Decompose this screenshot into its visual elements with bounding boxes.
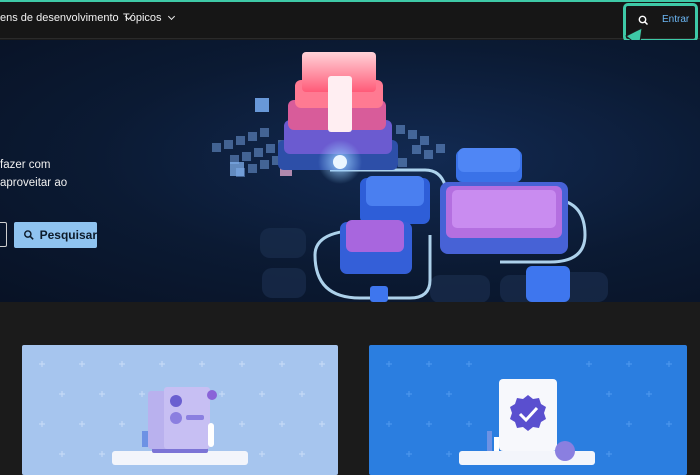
top-navigation: ens de desenvolvimento Tópicos Entrar xyxy=(0,2,700,39)
content-cards xyxy=(0,302,700,475)
card-certification[interactable] xyxy=(369,345,687,475)
certificate-badge-icon xyxy=(459,379,595,465)
chevron-down-icon xyxy=(167,12,175,21)
hero-text-line: fazer com xyxy=(0,159,51,171)
nav-menu-label: ens de desenvolvimento xyxy=(0,12,119,24)
sign-in-link[interactable]: Entrar xyxy=(662,14,689,25)
hero-search-input[interactable] xyxy=(0,222,7,247)
hero-text-line: aproveitar ao xyxy=(0,177,68,189)
card-document[interactable] xyxy=(22,345,338,475)
nav-menu-topics[interactable]: Tópicos xyxy=(123,12,175,24)
search-button-label: Pesquisar xyxy=(39,228,97,242)
document-illustration-icon xyxy=(112,387,248,465)
hero-description: fazer com aproveitar ao xyxy=(0,156,67,192)
hero-illustration xyxy=(212,52,608,302)
search-icon xyxy=(24,230,34,240)
nav-menu-developer-tools[interactable]: ens de desenvolvimento xyxy=(0,12,132,24)
search-submit-button[interactable]: Pesquisar xyxy=(14,222,97,248)
hero-banner: fazer com aproveitar ao Pesquisar xyxy=(0,40,700,302)
nav-menu-label: Tópicos xyxy=(123,12,162,24)
